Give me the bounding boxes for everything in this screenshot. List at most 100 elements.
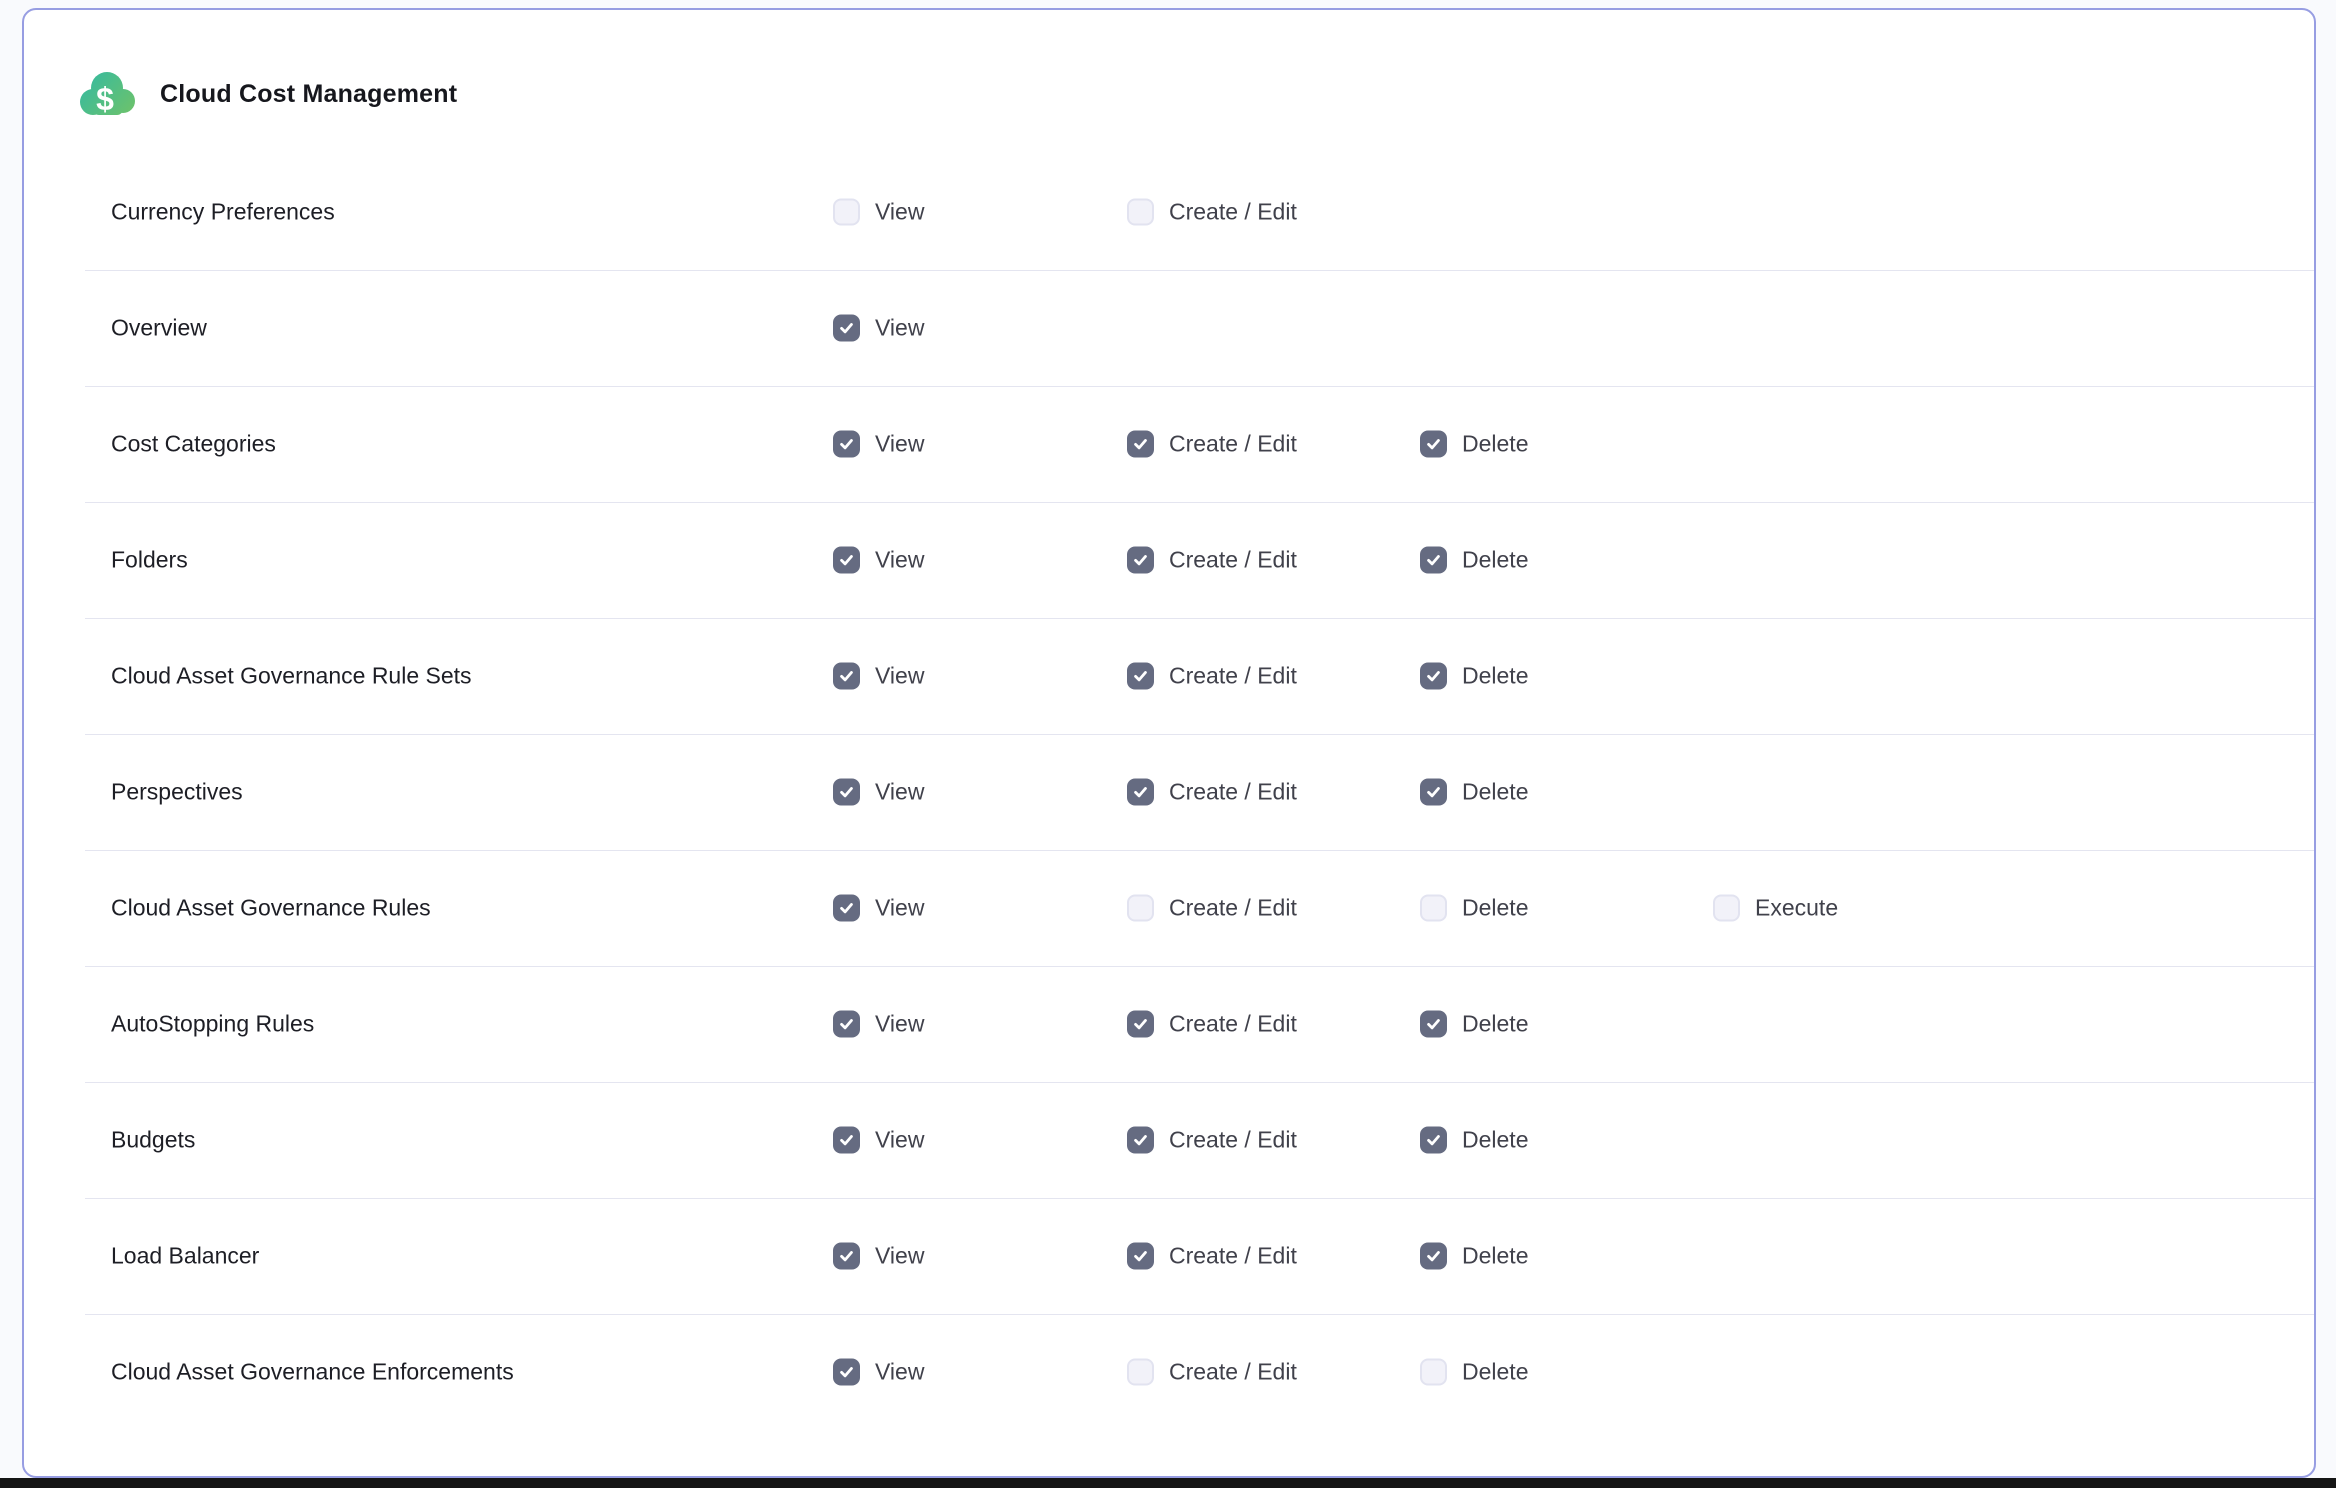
checkbox-delete[interactable] (1420, 547, 1447, 574)
permission-rows: Currency Preferences View Create / Edit O… (24, 154, 2314, 1430)
checkbox-create-edit[interactable] (1127, 1359, 1154, 1386)
permission-row: Budgets ViewCreate / EditDelete (24, 1082, 2314, 1198)
checkbox-label-delete[interactable]: Delete (1462, 1243, 1528, 1270)
page-title: Cloud Cost Management (160, 80, 457, 109)
permission-create-edit: Create / Edit (1127, 547, 1297, 574)
permission-create-edit: Create / Edit (1127, 1127, 1297, 1154)
checkbox-view[interactable] (833, 1359, 860, 1386)
checkbox-label-delete[interactable]: Delete (1462, 779, 1528, 806)
checkbox-view[interactable] (833, 779, 860, 806)
checkbox-delete[interactable] (1420, 779, 1447, 806)
permission-view: View (833, 431, 924, 458)
permission-delete: Delete (1420, 1359, 1528, 1386)
checkbox-create-edit[interactable] (1127, 1243, 1154, 1270)
permission-row: Overview View (24, 270, 2314, 386)
permission-view: View (833, 1359, 924, 1386)
checkbox-view[interactable] (833, 547, 860, 574)
permission-row: Folders View Create / Edit Delete (24, 502, 2314, 618)
permission-create-edit: Create / Edit (1127, 1359, 1297, 1386)
checkbox-label-view[interactable]: View (875, 663, 924, 690)
permission-row: Cloud Asset Governance Rules View Create … (24, 850, 2314, 966)
checkbox-label-execute[interactable]: Execute (1755, 895, 1838, 922)
svg-text:$: $ (96, 81, 114, 117)
checkbox-label-delete[interactable]: Delete (1462, 1011, 1528, 1038)
permission-view: View (833, 1127, 924, 1154)
checkbox-label-create-edit[interactable]: Create / Edit (1169, 1011, 1297, 1038)
checkbox-label-delete[interactable]: Delete (1462, 895, 1528, 922)
permission-create-edit: Create / Edit (1127, 199, 1297, 226)
checkbox-delete[interactable] (1420, 1011, 1447, 1038)
permission-view: View (833, 199, 924, 226)
checkbox-label-view[interactable]: View (875, 1359, 924, 1386)
row-label: Folders (111, 547, 188, 574)
checkbox-label-create-edit[interactable]: Create / Edit (1169, 1243, 1297, 1270)
checkbox-label-view[interactable]: View (875, 1243, 924, 1270)
checkbox-label-view[interactable]: View (875, 547, 924, 574)
permission-view: View (833, 315, 924, 342)
checkbox-label-delete[interactable]: Delete (1462, 1127, 1528, 1154)
checkbox-label-create-edit[interactable]: Create / Edit (1169, 663, 1297, 690)
checkbox-label-delete[interactable]: Delete (1462, 547, 1528, 574)
checkbox-delete[interactable] (1420, 1243, 1447, 1270)
row-label: AutoStopping Rules (111, 1011, 314, 1038)
checkbox-label-view[interactable]: View (875, 1011, 924, 1038)
checkbox-view[interactable] (833, 199, 860, 226)
checkbox-label-view[interactable]: View (875, 895, 924, 922)
permission-delete: Delete (1420, 663, 1528, 690)
checkbox-create-edit[interactable] (1127, 895, 1154, 922)
checkbox-create-edit[interactable] (1127, 431, 1154, 458)
checkbox-delete[interactable] (1420, 663, 1447, 690)
checkbox-create-edit[interactable] (1127, 1011, 1154, 1038)
checkbox-label-view[interactable]: View (875, 1127, 924, 1154)
permission-view: View (833, 1243, 924, 1270)
checkbox-label-view[interactable]: View (875, 431, 924, 458)
permission-delete: Delete (1420, 895, 1528, 922)
checkbox-create-edit[interactable] (1127, 779, 1154, 806)
permission-delete: Delete (1420, 547, 1528, 574)
permission-delete: Delete (1420, 779, 1528, 806)
checkbox-view[interactable] (833, 895, 860, 922)
permission-row: AutoStopping Rules View Create / Edit Dele… (24, 966, 2314, 1082)
checkbox-label-create-edit[interactable]: Create / Edit (1169, 895, 1297, 922)
row-label: Cloud Asset Governance Rule Sets (111, 663, 472, 690)
checkbox-label-create-edit[interactable]: Create / Edit (1169, 1127, 1297, 1154)
checkbox-view[interactable] (833, 1243, 860, 1270)
checkbox-view[interactable] (833, 1011, 860, 1038)
row-label: Currency Preferences (111, 199, 335, 226)
row-label: Overview (111, 315, 207, 342)
checkbox-create-edit[interactable] (1127, 547, 1154, 574)
checkbox-label-create-edit[interactable]: Create / Edit (1169, 1359, 1297, 1386)
checkbox-label-view[interactable]: View (875, 779, 924, 806)
checkbox-create-edit[interactable] (1127, 199, 1154, 226)
checkbox-label-delete[interactable]: Delete (1462, 663, 1528, 690)
permission-create-edit: Create / Edit (1127, 779, 1297, 806)
checkbox-label-view[interactable]: View (875, 315, 924, 342)
checkbox-delete[interactable] (1420, 431, 1447, 458)
checkbox-label-delete[interactable]: Delete (1462, 1359, 1528, 1386)
checkbox-view[interactable] (833, 431, 860, 458)
permission-row: Cost Categories View Create / Edit Delete (24, 386, 2314, 502)
checkbox-create-edit[interactable] (1127, 1127, 1154, 1154)
permission-row: Load Balancer View Create / Edit Delete (24, 1198, 2314, 1314)
checkbox-label-delete[interactable]: Delete (1462, 431, 1528, 458)
checkbox-label-create-edit[interactable]: Create / Edit (1169, 547, 1297, 574)
permissions-card: $ Cloud Cost Management Currency Prefere… (22, 8, 2316, 1478)
checkbox-view[interactable] (833, 663, 860, 690)
checkbox-view[interactable] (833, 315, 860, 342)
checkbox-delete[interactable] (1420, 895, 1447, 922)
permission-view: View (833, 663, 924, 690)
checkbox-execute[interactable] (1713, 895, 1740, 922)
row-label: Cloud Asset Governance Rules (111, 895, 431, 922)
permission-view: View (833, 779, 924, 806)
checkbox-create-edit[interactable] (1127, 663, 1154, 690)
checkbox-delete[interactable] (1420, 1359, 1447, 1386)
checkbox-label-create-edit[interactable]: Create / Edit (1169, 199, 1297, 226)
module-header: $ Cloud Cost Management (78, 66, 457, 122)
checkbox-label-view[interactable]: View (875, 199, 924, 226)
checkbox-delete[interactable] (1420, 1127, 1447, 1154)
row-label: Cost Categories (111, 431, 276, 458)
checkbox-label-create-edit[interactable]: Create / Edit (1169, 431, 1297, 458)
checkbox-view[interactable] (833, 1127, 860, 1154)
checkbox-label-create-edit[interactable]: Create / Edit (1169, 779, 1297, 806)
row-label: Load Balancer (111, 1243, 259, 1270)
